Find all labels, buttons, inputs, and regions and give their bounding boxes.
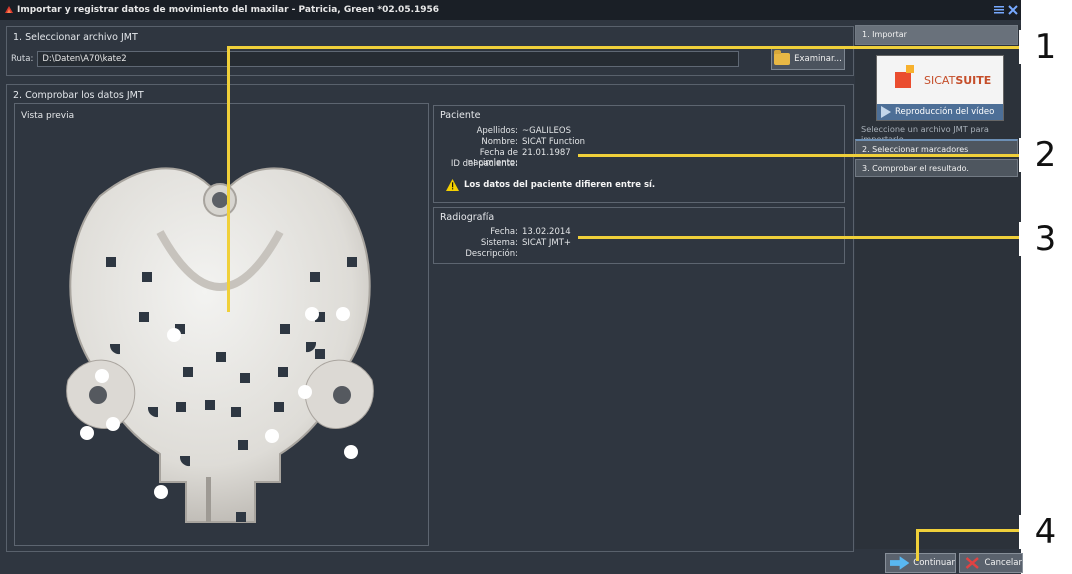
section-title-check-data: 2. Comprobar los datos JMT [13,90,144,101]
video-play-button[interactable]: Reproducción del vídeo [877,104,1003,120]
section-select-file: 1. Seleccionar archivo JMT Ruta: D:\Date… [6,26,854,76]
patient-id-row: ID del paciente: [434,159,522,169]
play-icon [881,106,891,118]
callout-line-4-horizontal [916,529,1027,532]
cancel-label: Cancelar [984,558,1023,568]
video-thumbnail[interactable]: SICATSUITE Reproducción del vídeo [876,55,1004,121]
video-label: Reproducción del vídeo [895,107,995,117]
cancel-button[interactable]: Cancelar [959,553,1023,573]
callout-line-3 [578,236,1026,239]
continue-button[interactable]: Continuar [885,553,956,573]
radiography-system-label: Sistema: [480,238,518,248]
patient-surname-label: Apellidos: [476,126,518,136]
folder-icon [774,50,791,65]
jaw-tray-image [66,167,374,523]
callout-line-1-vertical [227,46,230,312]
radiography-date-value: 13.02.2014 [522,227,571,237]
patient-warning: Los datos del paciente difieren entre sí… [446,179,655,191]
step-import[interactable]: 1. Importar [855,25,1018,45]
radiography-system-value: SICAT JMT+ [522,238,572,248]
radiography-description-label: Descripción: [465,249,518,259]
brand-name: SICATSUITE [924,74,991,87]
radiography-description-row: Descripción: [434,249,522,259]
callout-number-2: 2 [1019,138,1072,172]
step-check-result[interactable]: 3. Comprobar el resultado. [855,159,1018,177]
arrow-right-icon [890,556,910,570]
radiography-panel-title: Radiografía [440,212,495,223]
section-title-select-file: 1. Seleccionar archivo JMT [13,32,138,43]
brand-logo-icon [895,72,911,88]
radiography-date-row: Fecha: 13.02.2014 [434,227,571,237]
warning-icon [446,179,459,191]
title-bar: Importar y registrar datos de movimiento… [0,0,1021,20]
radiography-date-label: Fecha: [490,227,518,237]
path-label: Ruta: [11,54,34,64]
close-icon [965,557,979,569]
patient-surname-value: ~GALILEOS [522,126,571,136]
callout-line-4-vertical [916,529,919,561]
callout-number-4: 4 [1019,515,1072,549]
close-window-icon[interactable] [1007,4,1019,19]
radiography-system-row: Sistema: SICAT JMT+ [434,238,571,248]
patient-warning-text: Los datos del paciente difieren entre sí… [464,180,656,190]
preview-panel: Vista previa [14,103,429,546]
patient-name-label: Nombre: [481,137,518,147]
app-logo-icon [5,6,13,13]
preview-title: Vista previa [21,111,75,121]
path-input[interactable]: D:\Daten\A70\kate2 [37,51,740,67]
callout-line-1-horizontal [227,46,1026,49]
browse-label: Examinar... [794,54,842,64]
brand-logo-small-icon [906,65,914,73]
browse-button[interactable]: Examinar... [771,48,845,70]
callout-number-1: 1 [1019,30,1072,64]
brand-bold-text: SUITE [955,74,992,87]
patient-name-value: SICAT Function [522,137,586,147]
path-row: Ruta: D:\Daten\A70\kate2 [11,51,740,67]
patient-panel-title: Paciente [440,110,481,121]
continue-label: Continuar [913,558,955,568]
patient-birthdate-value: 21.01.1987 [522,148,571,158]
patient-id-label: ID del paciente: [450,159,518,169]
brand-text: SICAT [924,74,956,87]
patient-surname-row: Apellidos: ~GALILEOS [434,126,571,136]
workflow-sidebar: 1. Importar SICATSUITE Reproducción del … [855,25,1021,549]
window-controls [993,4,1019,19]
patient-name-row: Nombre: SICAT Function [434,137,585,147]
window-title: Importar y registrar datos de movimiento… [17,5,440,15]
application-window: Importar y registrar datos de movimiento… [0,0,1021,574]
callout-number-3: 3 [1019,222,1072,256]
restore-icon[interactable] [993,4,1005,19]
callout-line-2 [578,154,1026,157]
